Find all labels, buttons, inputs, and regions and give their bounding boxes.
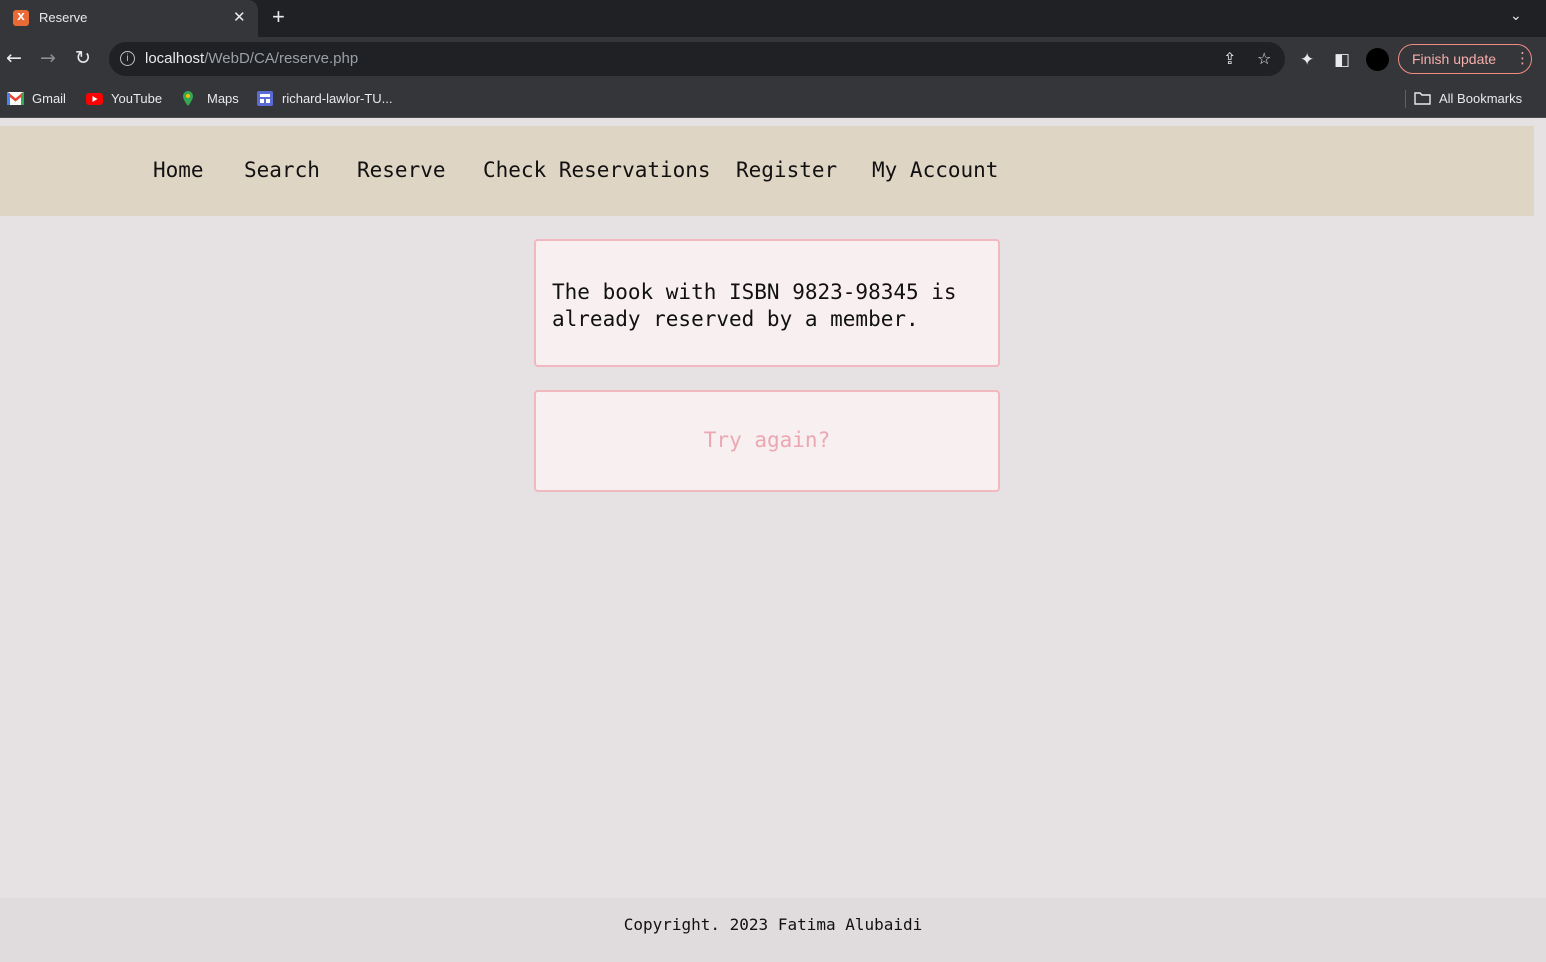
share-icon[interactable]: ⇪	[1223, 49, 1236, 68]
tab-title: Reserve	[39, 10, 88, 25]
bookmark-label: Maps	[207, 91, 239, 106]
page-content: Home Search Reserve Check Reservations R…	[0, 118, 1546, 962]
bookmark-star-icon[interactable]: ☆	[1257, 49, 1271, 68]
tab-strip: X Reserve ✕ + ⌄	[0, 0, 1546, 37]
nav-check-reservations-link[interactable]: Check Reservations	[483, 158, 711, 182]
address-bar[interactable]: i localhost/WebD/CA/reserve.php ⇪ ☆	[109, 42, 1285, 76]
bookmark-label: Gmail	[32, 91, 66, 106]
bookmarks-divider	[1405, 90, 1406, 108]
bookmark-label: YouTube	[111, 91, 163, 106]
bookmarks-bar: Gmail YouTube Maps richard-lawlor-TU... …	[0, 81, 1546, 118]
try-again-box[interactable]: Try again?	[534, 390, 1000, 492]
tab-search-chevron-icon[interactable]: ⌄	[1510, 8, 1522, 24]
back-icon[interactable]: ←	[6, 47, 22, 69]
forward-icon[interactable]: →	[40, 47, 56, 69]
site-footer: Copyright. 2023 Fatima Alubaidi	[0, 898, 1546, 962]
reservation-error-box: The book with ISBN 9823-98345 is already…	[534, 239, 1000, 367]
extensions-puzzle-icon[interactable]: ✦	[1300, 50, 1314, 70]
xampp-favicon-icon: X	[13, 10, 29, 26]
reservation-error-message: The book with ISBN 9823-98345 is already…	[552, 280, 957, 331]
bookmark-label: richard-lawlor-TU...	[282, 91, 393, 106]
close-tab-icon[interactable]: ✕	[233, 8, 246, 26]
side-panel-icon[interactable]: ◧	[1334, 50, 1350, 70]
nav-reserve-link[interactable]: Reserve	[357, 158, 446, 182]
nav-search-link[interactable]: Search	[244, 158, 320, 182]
finish-update-label: Finish update	[1412, 51, 1497, 67]
nav-register-link[interactable]: Register	[736, 158, 837, 182]
finish-update-button[interactable]: Finish update ⋮	[1398, 44, 1532, 74]
nav-my-account-link[interactable]: My Account	[872, 158, 998, 182]
profile-avatar[interactable]	[1366, 48, 1389, 71]
copyright-text: Copyright. 2023 Fatima Alubaidi	[623, 915, 923, 934]
maps-icon	[183, 91, 193, 106]
site-navbar: Home Search Reserve Check Reservations R…	[0, 126, 1534, 216]
try-again-link[interactable]: Try again?	[536, 428, 998, 452]
gmail-icon	[7, 92, 24, 105]
new-tab-icon[interactable]: +	[272, 4, 285, 30]
site-icon	[257, 91, 273, 106]
url-text[interactable]: localhost/WebD/CA/reserve.php	[145, 50, 358, 67]
nav-home-link[interactable]: Home	[153, 158, 204, 182]
youtube-icon	[86, 93, 103, 105]
site-info-icon[interactable]: i	[120, 51, 135, 66]
kebab-menu-icon[interactable]: ⋮	[1515, 49, 1530, 67]
folder-icon	[1414, 92, 1431, 105]
all-bookmarks-label: All Bookmarks	[1439, 91, 1523, 106]
reload-icon[interactable]: ↻	[75, 47, 91, 69]
browser-toolbar: ← → ↻ i localhost/WebD/CA/reserve.php ⇪ …	[0, 37, 1546, 81]
active-tab[interactable]: X Reserve ✕	[0, 0, 258, 37]
